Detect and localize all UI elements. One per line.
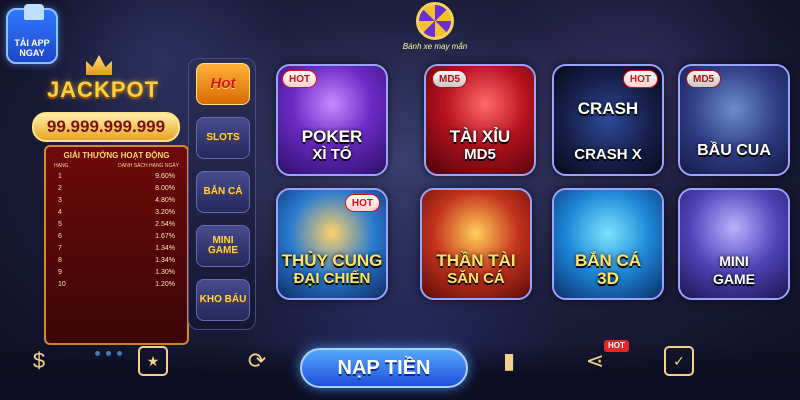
category-slots-label: SLOTS [206,132,240,143]
game-subtitle: XÌ TỐ [312,146,352,163]
game-title: BẮN CÁ [574,251,642,270]
deposit-label: NẠP TIỀN [337,356,431,379]
lucky-wheel-button[interactable]: Bánh xe may mắn [380,2,490,54]
game-card-than-tai[interactable]: THẦN TÀI SĂN CÁ [420,188,532,300]
value-cell: 1.34% [155,257,175,264]
hot-badge: HOT [622,70,658,88]
rank-cell: 10 [58,281,66,288]
game-title: MINI [719,253,749,269]
game-title: BẦU CUA [697,142,771,159]
rank-cell: 9 [58,269,62,276]
wheel-icon [416,2,454,40]
table-row: 3 4.80% [52,195,181,207]
crown-icon [86,55,112,75]
category-sidebar: Hot SLOTS BẮN CÁ MINI GAME KHO BÁU [188,58,256,330]
game-title: CRASH [577,99,639,118]
deposit-button[interactable]: NẠP TIỀN [300,348,468,388]
category-kho-bau[interactable]: KHO BÁU [196,279,250,321]
table-row: 4 3.20% [52,207,181,219]
value-cell: 1.34% [155,245,175,252]
category-slots[interactable]: SLOTS [196,117,250,159]
value-cell: 2.54% [155,221,175,228]
col-rank-header: HẠNG [54,163,69,169]
game-card-tai-xiu[interactable]: MD5 TÀI XỈU MD5 [424,64,536,176]
table-row: 2 8.00% [52,183,181,195]
value-cell: 8.00% [155,185,175,192]
jackpot-amount-box: 99.999.999.999 [32,112,180,142]
md5-badge: MD5 [432,70,468,88]
value-cell: 3.20% [155,209,175,216]
game-subtitle: GAME [713,271,755,287]
rank-cell: 3 [58,197,62,204]
controller-icon [24,4,44,20]
leaderboard-icon[interactable]: ▮ [494,346,524,376]
value-cell: 1.30% [155,269,175,276]
value-cell: 4.80% [155,197,175,204]
category-ban-ca-label: BẮN CÁ [203,186,243,197]
game-subtitle: ĐẠI CHIẾN [293,270,371,287]
table-row: 5 2.54% [52,219,181,231]
rank-cell: 2 [58,185,62,192]
value-cell: 9.60% [155,173,175,180]
game-title: THẦN TÀI [436,251,516,270]
table-row: 9 1.30% [52,267,181,279]
money-hand-icon[interactable]: $ [24,346,54,376]
table-row: 8 1.34% [52,255,181,267]
game-subtitle: 3D [597,269,619,288]
value-cell: 1.20% [155,281,175,288]
col-list-header: DANH SÁCH HẠNG NGÀY [118,163,179,169]
game-title: POKER [301,127,363,146]
jackpot-panel: JACKPOT 99.999.999.999 GIẢI THƯỞNG HOẠT … [20,55,189,356]
rank-cell: 7 [58,245,62,252]
game-title: TÀI XỈU [449,127,511,146]
rank-cell: 5 [58,221,62,228]
jackpot-ranking-table: GIẢI THƯỞNG HOẠT ĐỘNG HẠNG DANH SÁCH HẠN… [44,145,189,345]
game-title: THỦY CUNG [281,251,383,270]
category-ban-ca[interactable]: BẮN CÁ [196,171,250,213]
game-subtitle: CRASH X [574,146,642,163]
value-cell: 1.67% [155,233,175,240]
jackpot-amount: 99.999.999.999 [46,117,166,136]
hot-badge: HOT [282,70,318,88]
rank-cell: 1 [58,173,62,180]
calendar-check-icon[interactable]: ✓ [664,346,694,376]
game-card-thuy-cung[interactable]: HOT THỦY CUNG ĐẠI CHIẾN [276,188,388,300]
exchange-coin-icon[interactable]: ⟳ [242,346,272,376]
category-hot-label: Hot [210,75,236,92]
table-row: 7 1.34% [52,243,181,255]
rank-cell: 4 [58,209,62,216]
download-app-line1: TẢI APP [14,38,50,48]
jackpot-title: JACKPOT [46,77,160,102]
hot-badge: HOT [344,194,380,212]
category-hot[interactable]: Hot [196,63,250,105]
game-card-crash[interactable]: HOT CRASH CRASH X [552,64,664,176]
game-card-bau-cua[interactable]: MD5 BẦU CUA [678,64,790,176]
game-card-poker[interactable]: HOT POKER XÌ TỐ [276,64,388,176]
md5-badge: MD5 [686,70,722,88]
game-subtitle: MD5 [464,146,496,163]
table-row: 1 9.60% [52,171,181,183]
game-card-ban-ca-3d[interactable]: BẮN CÁ 3D [552,188,664,300]
lucky-wheel-label: Bánh xe may mắn [402,42,468,51]
game-subtitle: SĂN CÁ [447,270,505,287]
rank-cell: 6 [58,233,62,240]
calendar-star-icon[interactable]: ★ [138,346,168,376]
ranking-title: GIẢI THƯỞNG HOẠT ĐỘNG [63,151,170,160]
game-card-mini-game[interactable]: MINI GAME [678,188,790,300]
category-kho-bau-label: KHO BÁU [199,294,247,305]
category-mini-game[interactable]: MINI GAME [196,225,250,267]
table-row: 10 1.20% [52,279,181,291]
table-row: 6 1.67% [52,231,181,243]
category-mini-game-label: MINI GAME [208,235,238,256]
rank-cell: 8 [58,257,62,264]
share-hot-badge: HOT [604,340,629,352]
